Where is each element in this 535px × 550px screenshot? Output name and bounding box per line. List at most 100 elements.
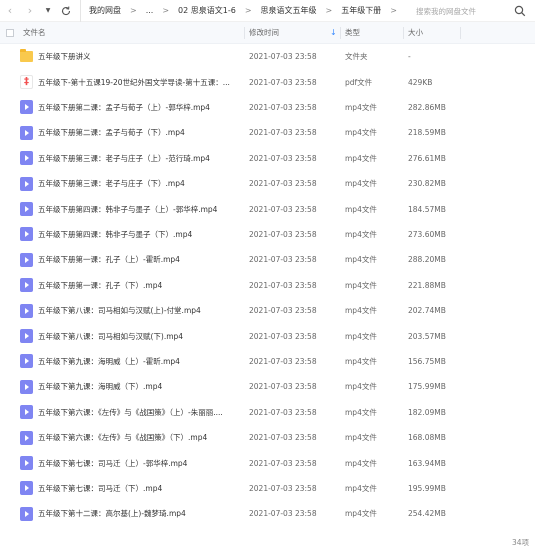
file-name[interactable]: 五年级下册第一课：孔子（上）-霍昕.mp4 (38, 254, 243, 265)
video-file-icon (20, 379, 33, 394)
column-header-name[interactable]: 文件名 (23, 22, 46, 44)
file-name[interactable]: 五年级下第十二课：高尔基(上)-魏梦琦.mp4 (38, 508, 243, 519)
caret-down-icon[interactable]: ▼ (42, 0, 54, 22)
video-file-icon (20, 430, 33, 445)
video-file-icon (20, 481, 33, 496)
video-file-icon (20, 100, 33, 115)
file-type: mp4文件 (345, 458, 377, 468)
file-name[interactable]: 五年级下第七课：司马迁（下）.mp4 (38, 483, 243, 494)
sort-descending-icon[interactable]: ↓ (330, 29, 337, 37)
chevron-right-icon[interactable]: › (24, 0, 36, 22)
table-row[interactable]: 五年级下册第一课：孔子（下）.mp4 2021-07-03 23:58 mp4文件 2… (0, 273, 535, 298)
table-row[interactable]: 五年级下册第三课：老子与庄子（上）-范行琦.mp4 2021-07-03 23:5… (0, 146, 535, 171)
search-icon[interactable] (514, 5, 526, 17)
table-row[interactable]: 五年级下册第一课：孔子（上）-霍昕.mp4 2021-07-03 23:58 mp4… (0, 247, 535, 272)
table-row[interactable]: 五年级下-第十五课19-20世纪外国文学导读-第十五课：... 2021-07-0… (0, 69, 535, 94)
video-file-icon (20, 354, 33, 369)
file-name[interactable]: 五年级下册讲义 (38, 51, 243, 62)
file-size: 163.94MB (408, 458, 446, 468)
table-row[interactable]: 五年级下第八课：司马相如与汉赋(下).mp4 2021-07-03 23:58 mp… (0, 323, 535, 348)
breadcrumb-item-home[interactable]: 我的网盘 (89, 5, 121, 16)
modified-time: 2021-07-03 23:58 (249, 128, 317, 138)
file-size: 184.57MB (408, 204, 446, 214)
table-row[interactable]: 五年级下第六课：《左传》与《战国策》（下）.mp4 2021-07-03 23:5… (0, 425, 535, 450)
file-type: mp4文件 (345, 509, 377, 519)
video-file-icon (20, 456, 33, 471)
refresh-icon[interactable] (60, 0, 72, 22)
file-type: mp4文件 (345, 483, 377, 493)
file-name[interactable]: 五年级下册第一课：孔子（下）.mp4 (38, 280, 243, 291)
modified-time: 2021-07-03 23:58 (249, 255, 317, 265)
column-header-type[interactable]: 类型 (345, 22, 360, 44)
file-size: 182.09MB (408, 407, 446, 417)
table-row[interactable]: 五年级下第十二课：高尔基(上)-魏梦琦.mp4 2021-07-03 23:58 m… (0, 501, 535, 526)
file-size: 221.88MB (408, 280, 446, 290)
file-size: 218.59MB (408, 128, 446, 138)
column-header-size[interactable]: 大小 (408, 22, 423, 44)
file-size: 168.08MB (408, 433, 446, 443)
file-name[interactable]: 五年级下册第三课：老子与庄子（下）.mp4 (38, 178, 243, 189)
file-type: mp4文件 (345, 255, 377, 265)
file-size: 276.61MB (408, 153, 446, 163)
breadcrumb-separator: > (162, 6, 170, 15)
file-name[interactable]: 五年级下册第二课：孟子与荀子（下）.mp4 (38, 127, 243, 138)
breadcrumb-separator: > (325, 6, 333, 15)
file-name[interactable]: 五年级下-第十五课19-20世纪外国文学导读-第十五课：... (38, 77, 243, 88)
breadcrumb-separator: > (130, 6, 137, 15)
table-row[interactable]: 五年级下第六课：《左传》与《战国策》（上）-朱丽丽.... 2021-07-03 … (0, 400, 535, 425)
file-name[interactable]: 五年级下第八课：司马相如与汉赋(下).mp4 (38, 331, 243, 342)
file-type: mp4文件 (345, 229, 377, 239)
table-row[interactable]: 五年级下第九课：海明威（下）.mp4 2021-07-03 23:58 mp4文件 1… (0, 374, 535, 399)
file-type: mp4文件 (345, 433, 377, 443)
table-row[interactable]: 五年级下第七课：司马迁（上）-郭华梓.mp4 2021-07-03 23:58 mp… (0, 450, 535, 475)
video-file-icon (20, 176, 33, 191)
column-divider (340, 27, 341, 39)
table-row[interactable]: 五年级下册第二课：孟子与荀子（下）.mp4 2021-07-03 23:58 mp4… (0, 120, 535, 145)
file-type: mp4文件 (345, 331, 377, 341)
breadcrumb-item-ellipsis[interactable]: ... (146, 6, 154, 15)
file-name[interactable]: 五年级下第八课：司马相如与汉赋(上)-付堂.mp4 (38, 305, 243, 316)
modified-time: 2021-07-03 23:58 (249, 179, 317, 189)
table-row[interactable]: 五年级下册第四课：韩非子与墨子（下）.mp4 2021-07-03 23:58 mp… (0, 222, 535, 247)
file-name[interactable]: 五年级下册第三课：老子与庄子（上）-范行琦.mp4 (38, 153, 243, 164)
file-size: 175.99MB (408, 382, 446, 392)
breadcrumb-separator: > (244, 6, 252, 15)
video-file-icon (20, 202, 33, 217)
breadcrumb-item-current[interactable]: 五年级下册 (341, 5, 381, 16)
file-name[interactable]: 五年级下第六课：《左传》与《战国策》（上）-朱丽丽.... (38, 407, 243, 418)
column-header-date[interactable]: 修改时间 (249, 22, 279, 44)
file-type: mp4文件 (345, 179, 377, 189)
modified-time: 2021-07-03 23:58 (249, 229, 317, 239)
file-name[interactable]: 五年级下册第二课：孟子与荀子（上）-郭华梓.mp4 (38, 102, 243, 113)
table-row[interactable]: 五年级下册第二课：孟子与荀子（上）-郭华梓.mp4 2021-07-03 23:5… (0, 95, 535, 120)
file-name[interactable]: 五年级下第九课：海明威（下）.mp4 (38, 381, 243, 392)
file-name[interactable]: 五年级下第九课：海明威（上）-霍昕.mp4 (38, 356, 243, 367)
select-all-checkbox[interactable] (6, 29, 14, 37)
file-name[interactable]: 五年级下册第四课：韩非子与墨子（上）-郭华梓.mp4 (38, 204, 243, 215)
file-type: mp4文件 (345, 128, 377, 138)
video-file-icon (20, 227, 33, 242)
table-row[interactable]: 五年级下第九课：海明威（上）-霍昕.mp4 2021-07-03 23:58 mp4… (0, 349, 535, 374)
column-divider (244, 27, 245, 39)
table-row[interactable]: 五年级下册讲义 2021-07-03 23:58 文件夹 - (0, 44, 535, 69)
table-header: 文件名 修改时间 ↓ 类型 大小 (0, 22, 535, 44)
chevron-left-icon[interactable]: ‹ (4, 0, 16, 22)
file-name[interactable]: 五年级下册第四课：韩非子与墨子（下）.mp4 (38, 229, 243, 240)
table-row[interactable]: 五年级下册第三课：老子与庄子（下）.mp4 2021-07-03 23:58 mp4… (0, 171, 535, 196)
table-row[interactable]: 五年级下第八课：司马相如与汉赋(上)-付堂.mp4 2021-07-03 23:5… (0, 298, 535, 323)
file-name[interactable]: 五年级下第六课：《左传》与《战国策》（下）.mp4 (38, 432, 243, 443)
modified-time: 2021-07-03 23:58 (249, 52, 317, 62)
table-row[interactable]: 五年级下第七课：司马迁（下）.mp4 2021-07-03 23:58 mp4文件 1… (0, 476, 535, 501)
breadcrumb-item-grade[interactable]: 思泉语文五年级 (261, 5, 317, 16)
video-file-icon (20, 405, 33, 420)
file-name[interactable]: 五年级下第七课：司马迁（上）-郭华梓.mp4 (38, 458, 243, 469)
search-input[interactable] (410, 3, 510, 19)
navigation-bar: ‹ › ▼ 我的网盘 > ... > 02 思泉语文1-6 > 思泉语文五年级 … (0, 0, 535, 22)
breadcrumb-item-course[interactable]: 02 思泉语文1-6 (178, 5, 236, 16)
file-type: mp4文件 (345, 204, 377, 214)
modified-time: 2021-07-03 23:58 (249, 102, 317, 112)
modified-time: 2021-07-03 23:58 (249, 77, 317, 87)
table-row[interactable]: 五年级下册第四课：韩非子与墨子（上）-郭华梓.mp4 2021-07-03 23:… (0, 196, 535, 221)
modified-time: 2021-07-03 23:58 (249, 204, 317, 214)
file-size: 230.82MB (408, 179, 446, 189)
